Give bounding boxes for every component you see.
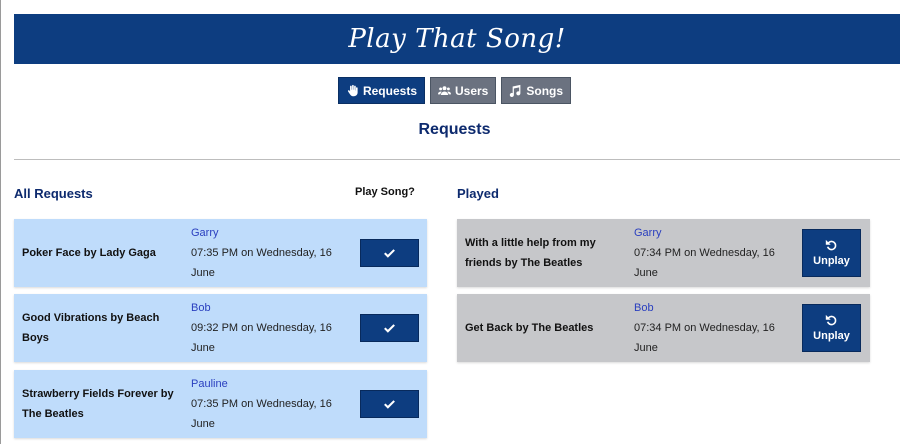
main-nav: Requests Users Songs	[0, 77, 909, 104]
played-time: 07:34 PM on Wednesday, 16 June	[634, 322, 775, 354]
played-card: With a little help from my friends by Th…	[457, 219, 870, 287]
play-song-button[interactable]	[360, 239, 419, 267]
request-song-title: Strawberry Fields Forever by The Beatles	[22, 388, 174, 420]
played-user[interactable]: Garry	[634, 223, 784, 243]
unplay-label: Unplay	[813, 330, 850, 342]
played-meta: Bob 07:34 PM on Wednesday, 16 June	[634, 298, 784, 358]
check-icon	[384, 248, 395, 258]
played-card: Get Back by The Beatles Bob 07:34 PM on …	[457, 294, 870, 362]
played-meta: Garry 07:34 PM on Wednesday, 16 June	[634, 223, 784, 283]
nav-songs-button[interactable]: Songs	[501, 77, 572, 104]
nav-requests-label: Requests	[362, 83, 417, 98]
divider	[14, 159, 900, 160]
request-card: Strawberry Fields Forever by The Beatles…	[14, 370, 427, 438]
played-time: 07:34 PM on Wednesday, 16 June	[634, 247, 775, 279]
unplay-button[interactable]: Unplay	[802, 229, 861, 277]
all-requests-heading: All Requests	[14, 186, 93, 201]
request-meta: Bob 09:32 PM on Wednesday, 16 June	[191, 298, 341, 358]
play-song-button[interactable]	[360, 314, 419, 342]
page-title: Requests	[418, 121, 491, 138]
request-user[interactable]: Garry	[191, 223, 341, 243]
app-banner: Play That Song!	[14, 14, 900, 64]
nav-users-button[interactable]: Users	[430, 77, 497, 104]
request-card: Good Vibrations by Beach Boys Bob 09:32 …	[14, 294, 427, 362]
played-song-title: Get Back by The Beatles	[465, 322, 594, 334]
play-song-button[interactable]	[360, 390, 419, 418]
undo-icon	[825, 239, 837, 251]
request-meta: Pauline 07:35 PM on Wednesday, 16 June	[191, 374, 341, 434]
unplay-button[interactable]: Unplay	[802, 304, 861, 352]
check-icon	[384, 399, 395, 409]
request-song-title: Good Vibrations by Beach Boys	[22, 312, 160, 344]
request-meta: Garry 07:35 PM on Wednesday, 16 June	[191, 223, 341, 283]
played-heading: Played	[457, 186, 499, 201]
request-user[interactable]: Pauline	[191, 374, 341, 394]
played-user[interactable]: Bob	[634, 298, 784, 318]
request-song-title: Poker Face by Lady Gaga	[22, 247, 156, 259]
unplay-label: Unplay	[813, 255, 850, 267]
request-time: 07:35 PM on Wednesday, 16 June	[191, 398, 332, 430]
users-icon	[438, 86, 451, 96]
nav-users-label: Users	[455, 83, 489, 98]
request-card: Poker Face by Lady Gaga Garry 07:35 PM o…	[14, 219, 427, 287]
app-title: Play That Song!	[348, 24, 566, 54]
undo-icon	[825, 314, 837, 326]
window-edge	[0, 0, 1, 444]
check-icon	[384, 323, 395, 333]
nav-songs-label: Songs	[526, 83, 564, 98]
play-song-column-label: Play Song?	[355, 186, 415, 198]
played-song-title: With a little help from my friends by Th…	[465, 237, 596, 269]
music-note-icon	[510, 84, 521, 97]
nav-requests-button[interactable]: Requests	[337, 77, 425, 104]
request-user[interactable]: Bob	[191, 298, 341, 318]
request-time: 07:35 PM on Wednesday, 16 June	[191, 247, 332, 279]
hand-icon	[347, 84, 358, 97]
request-time: 09:32 PM on Wednesday, 16 June	[191, 322, 332, 354]
